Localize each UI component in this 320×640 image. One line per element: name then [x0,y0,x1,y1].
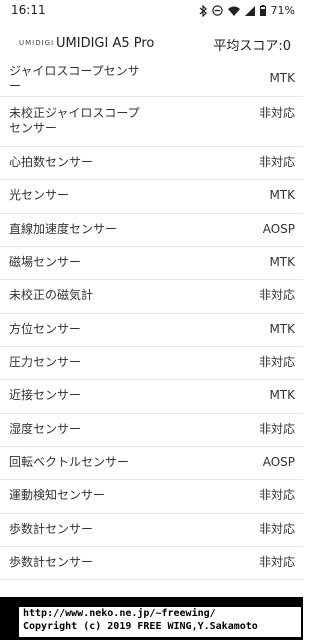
sensor-name: 未校正の磁気計 [9,288,94,302]
sensor-name: 心拍数センサー [9,155,94,169]
sensor-name: 未校正ジャイロスコープセンサー [9,106,140,135]
do-not-disturb-icon [211,5,223,16]
sensor-name: 回転ベクトルセンサー [9,455,130,469]
sensor-row[interactable]: ジャイロスコープセンサー MTK [0,64,303,97]
sensor-name: 光センサー [9,188,70,202]
sensor-row[interactable]: 光センサー MTK [0,180,303,214]
sensor-row[interactable]: 方位センサー MTK [0,314,303,347]
sensor-value: AOSP [262,222,295,236]
sensor-name: 直線加速度センサー [9,222,118,236]
sensor-value: MTK [269,188,295,202]
wifi-icon [227,6,240,16]
sensor-row[interactable]: 近接センサー MTK [0,380,303,414]
bluetooth-icon [199,4,207,17]
status-bar: 16:11 71% [0,0,303,24]
signal-icon [244,5,255,16]
sensor-row[interactable]: 歩数計センサー 非対応 [0,514,303,547]
sensor-row[interactable]: 湿度センサー 非対応 [0,414,303,447]
app-header: UMIDIGI UMIDIGI A5 Pro 平均スコア:0 [0,24,303,64]
sensor-name: 近接センサー [9,388,82,402]
sensor-row[interactable]: 心拍数センサー 非対応 [0,147,303,180]
status-time: 16:11 [11,3,46,17]
sensor-value: 非対応 [258,522,295,536]
sensor-value: MTK [269,388,295,402]
copyright-url: http://www.neko.ne.jp/~freewing/ [23,608,216,619]
sensor-row[interactable]: 磁場センサー MTK [0,247,303,280]
battery-icon [259,5,266,16]
copyright-watermark: http://www.neko.ne.jp/~freewing/ Copyrig… [19,607,301,637]
sensor-value: 非対応 [258,355,295,369]
sensor-value: 非対応 [258,106,295,120]
sensor-value: 非対応 [258,422,295,436]
device-name: UMIDIGI A5 Pro [56,36,155,51]
sensor-name: 歩数計センサー [9,522,94,536]
sensor-row[interactable]: 圧力センサー 非対応 [0,347,303,380]
sensor-row[interactable]: 未校正の磁気計 非対応 [0,280,303,314]
sensor-name: 歩数計センサー [9,555,94,569]
status-icons: 71% [199,4,295,17]
sensor-value: MTK [269,322,295,336]
sensor-name: 運動検知センサー [9,488,106,502]
battery-percent: 71% [270,4,295,17]
sensor-value: 非対応 [258,155,295,169]
sensor-name: ジャイロスコープセンサー [9,64,140,93]
sensor-row[interactable]: 歩数計センサー 非対応 [0,547,303,580]
sensor-value: 非対応 [258,288,295,302]
sensor-row[interactable]: 回転ベクトルセンサー AOSP [0,447,303,480]
sensor-name: 方位センサー [9,322,82,336]
average-score: 平均スコア:0 [213,39,291,54]
sensor-row[interactable]: 直線加速度センサー AOSP [0,214,303,247]
sensor-name: 圧力センサー [9,355,82,369]
sensor-value: 非対応 [258,555,295,569]
sensor-value: MTK [269,255,295,269]
sensor-row[interactable]: 未校正ジャイロスコープセンサー 非対応 [0,97,303,147]
brand-logo: UMIDIGI [19,39,55,47]
sensor-row[interactable]: 運動検知センサー 非対応 [0,480,303,514]
sensor-name: 湿度センサー [9,422,82,436]
sensor-value: 非対応 [258,488,295,502]
copyright-text: Copyright (c) 2019 FREE WING,Y.Sakamoto [23,621,258,632]
sensor-value: AOSP [262,455,295,469]
sensor-name: 磁場センサー [9,255,82,269]
sensor-value: MTK [269,71,295,85]
sensor-list[interactable]: ジャイロスコープセンサー MTK 未校正ジャイロスコープセンサー 非対応 心拍数センサー… [0,64,303,594]
